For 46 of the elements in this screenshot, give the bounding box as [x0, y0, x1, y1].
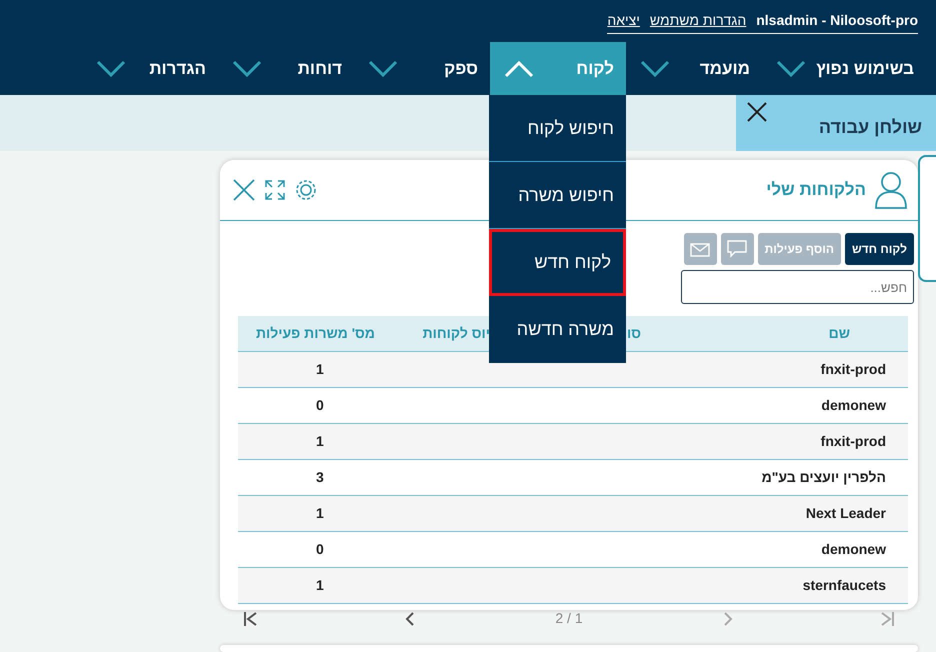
page-indicator: 2 / 1 [555, 608, 583, 628]
table-cell: sternfaucets [645, 567, 908, 603]
chevron-down-icon [232, 60, 262, 78]
workspace-tab[interactable]: שולחן עבודה [736, 95, 936, 151]
table-cell: fnxit-prod [645, 351, 908, 387]
dropdown-item[interactable]: חיפוש לקוח [489, 95, 626, 162]
table-cell: 0 [238, 387, 406, 423]
chevron-down-icon [96, 60, 126, 78]
dropdown-item[interactable]: לקוח חדש [489, 229, 626, 296]
nav-menu-item[interactable]: דוחות [218, 42, 354, 95]
chevron-down-icon [368, 60, 398, 78]
action-button[interactable]: לקוח חדש [845, 233, 914, 265]
nav-menu-item[interactable]: בשימוש נפוץ [762, 42, 926, 95]
side-panel-tab[interactable] [918, 155, 936, 282]
header-link[interactable]: יציאה [607, 10, 640, 31]
table-cell: fnxit-prod [645, 423, 908, 459]
table-cell: 1 [238, 351, 406, 387]
card-title: הלקוחות שלי [766, 179, 866, 202]
expand-icon[interactable] [264, 179, 286, 201]
table-cell: 1 [238, 495, 406, 531]
nav-menu-item[interactable]: הגדרות [82, 42, 218, 95]
table-cell: הלפרין יועצים בע"מ [645, 459, 908, 495]
nav-menu-item[interactable]: מועמד [626, 42, 762, 95]
column-header: מס' משרות פעילות [238, 316, 406, 351]
close-icon[interactable] [746, 101, 768, 123]
chevron-down-icon [776, 60, 806, 78]
nav-menu-item[interactable]: ספק [354, 42, 490, 95]
account-name: nlsadmin - Niloosoft-pro [756, 11, 918, 30]
table-cell: demonew [645, 531, 908, 567]
column-header: שם [645, 316, 908, 351]
table-cell: 0 [238, 531, 406, 567]
chevron-up-icon [504, 60, 534, 78]
speech-bubble-icon [726, 240, 747, 258]
user-icon [874, 170, 908, 210]
table-cell: demonew [645, 387, 908, 423]
table-cell: Next Leader [645, 495, 908, 531]
table-cell: 3 [238, 459, 406, 495]
chevron-down-icon [640, 60, 670, 78]
table-cell: 1 [238, 423, 406, 459]
column-header: יוס לקוחות [406, 316, 490, 351]
header-link[interactable]: הגדרות משתמש [650, 10, 746, 31]
search-field[interactable]: חפש... [681, 270, 914, 304]
dropdown-item[interactable]: חיפוש משרה [489, 162, 626, 229]
table-cell: 1 [238, 567, 406, 603]
envelope-icon [690, 242, 710, 257]
settings-icon[interactable] [294, 178, 318, 202]
